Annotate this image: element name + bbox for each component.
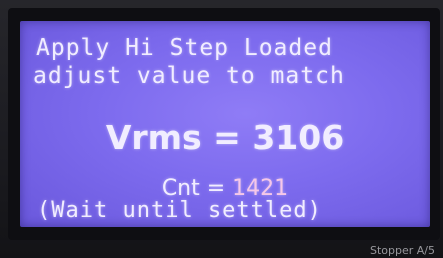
vrms-label: Vrms = [105,118,253,157]
wait-message: (Wait until settled) [37,198,322,223]
vrms-readout: Vrms = 3106 [20,119,430,157]
instruction-line-2: adjust value to match [33,63,345,89]
vrms-value: 3106 [252,118,345,157]
device-label: Stopper A/5 [369,244,435,257]
device: Apply Hi Step Loaded adjust value to mat… [0,0,443,258]
instruction-line-1: Apply Hi Step Loaded [36,35,333,61]
lcd-screen: Apply Hi Step Loaded adjust value to mat… [20,21,430,227]
